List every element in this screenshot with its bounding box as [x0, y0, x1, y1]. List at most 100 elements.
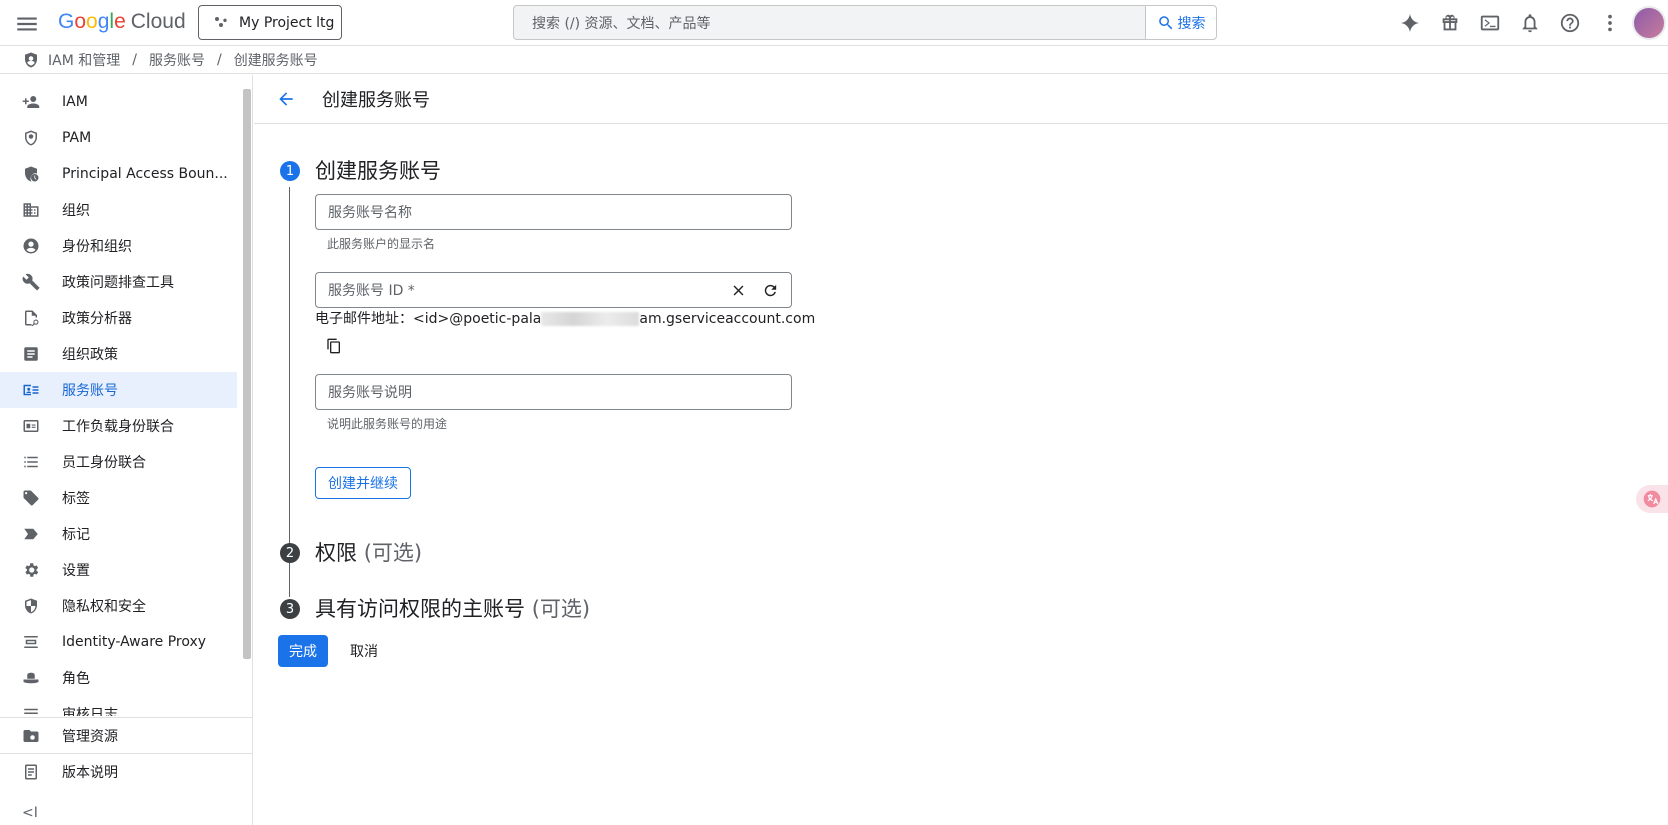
sidebar-item-label: Principal Access Boun...	[62, 166, 228, 182]
doc-search-icon	[25, 310, 39, 327]
bell-icon	[1522, 14, 1538, 33]
hat-icon	[23, 672, 39, 684]
terminal-icon	[1480, 15, 1500, 31]
sidebar-item-principal-access-boundary[interactable]: Principal Access Boun...	[0, 156, 237, 192]
translate-extension-button[interactable]	[1636, 485, 1668, 513]
regenerate-id-button[interactable]	[762, 282, 779, 303]
search-button-label: 搜索	[1177, 15, 1206, 32]
sidebar-item-label: 版本说明	[62, 764, 118, 781]
sidebar-scrollbar[interactable]	[243, 89, 251, 659]
help-button[interactable]	[1550, 3, 1590, 43]
sidebar-item-workforce-identity[interactable]: 员工身份联合	[0, 444, 237, 480]
logo-suffix: Cloud	[130, 10, 186, 33]
search-bar: 搜索 (/) 资源、文档、产品等 搜索	[513, 5, 1217, 40]
service-account-description-field[interactable]: 服务账号说明	[315, 374, 792, 410]
sidebar-item-release-notes[interactable]: 版本说明	[0, 753, 252, 789]
shield-clock-icon	[25, 166, 39, 182]
step-3-label: 具有访问权限的主账号	[315, 597, 525, 621]
gemini-button[interactable]	[1390, 3, 1430, 43]
sidebar-item-policy-analyzer[interactable]: 政策分析器	[0, 300, 237, 336]
logo-letter: g	[97, 10, 110, 33]
description-field-hint: 说明此服务账号的用途	[327, 417, 448, 431]
sidebar-item-roles[interactable]: 角色	[0, 660, 237, 696]
refresh-icon	[764, 284, 777, 297]
avatar[interactable]	[1632, 6, 1666, 40]
logo-letter: G	[58, 10, 75, 33]
breadcrumb-iam[interactable]: IAM 和管理	[48, 50, 120, 70]
step-2-number: 2	[280, 543, 300, 563]
sidebar-item-privacy-security[interactable]: 隐私权和安全	[0, 588, 237, 624]
sidebar-item-manage-resources[interactable]: 管理资源	[0, 717, 252, 753]
clear-id-button[interactable]	[730, 282, 747, 303]
sidebar-item-label: 标记	[62, 527, 90, 543]
sidebar-item-label: 政策问题排查工具	[62, 275, 174, 291]
gear-icon	[25, 563, 39, 577]
breadcrumb-service-accounts[interactable]: 服务账号	[149, 50, 205, 70]
account-circle-icon	[23, 238, 39, 254]
translate-icon	[1643, 490, 1661, 508]
notifications-button[interactable]	[1510, 3, 1550, 43]
service-account-name-field[interactable]: 服务账号名称	[315, 194, 792, 230]
logo-letter: o	[74, 10, 87, 33]
service-account-icon	[23, 384, 39, 396]
sidebar-item-service-accounts[interactable]: 服务账号	[0, 372, 237, 408]
email-address-text: 电子邮件地址：<id>@poetic-pala am.gserviceaccoun…	[315, 308, 815, 328]
main-content: 创建服务账号 1 创建服务账号 服务账号名称 此服务账户的显示名 服务账号 ID…	[254, 75, 1668, 825]
sidebar-item-pam[interactable]: PAM	[0, 120, 237, 156]
proxy-icon	[24, 636, 38, 648]
sidebar-item-label: 组织	[62, 203, 90, 219]
sidebar-item-label: 角色	[62, 671, 90, 687]
wrench-icon	[22, 273, 40, 291]
project-name: My Project ltg	[239, 14, 335, 31]
hamburger-icon	[17, 17, 37, 31]
name-field-hint: 此服务账户的显示名	[327, 237, 436, 251]
service-account-id-field[interactable]: 服务账号 ID *	[315, 272, 792, 308]
sidebar-item-labels[interactable]: 标记	[0, 516, 237, 552]
sidebar-item-label: 组织政策	[62, 347, 118, 363]
gift-button[interactable]	[1430, 3, 1470, 43]
cloud-shell-button[interactable]	[1470, 3, 1510, 43]
sidebar-item-identity-org[interactable]: 身份和组织	[0, 228, 237, 264]
step-3-title[interactable]: 具有访问权限的主账号 (可选)	[315, 593, 590, 623]
logo-letter: e	[114, 10, 126, 33]
sidebar-item-label: 工作负载身份联合	[62, 419, 174, 435]
sidebar-item-label: 标签	[62, 491, 90, 507]
sidebar-item-settings[interactable]: 设置	[0, 552, 237, 588]
breadcrumb: IAM 和管理 / 服务账号 / 创建服务账号	[0, 47, 1668, 74]
sidebar-item-label: PAM	[62, 130, 92, 146]
sidebar-item-workload-identity[interactable]: 工作负载身份联合	[0, 408, 237, 444]
google-cloud-logo[interactable]: Google Cloud	[58, 10, 186, 34]
sidebar-item-org-policies[interactable]: 组织政策	[0, 336, 237, 372]
sidebar-item-audit-logs[interactable]: 审核日志	[0, 696, 237, 716]
step-3-number: 3	[280, 599, 300, 619]
breadcrumb-separator: /	[216, 52, 222, 68]
breadcrumb-current: 创建服务账号	[233, 53, 318, 69]
copy-icon	[327, 338, 340, 354]
main-menu-button[interactable]	[14, 11, 40, 37]
project-picker[interactable]: My Project ltg	[198, 5, 342, 40]
copy-email-button[interactable]	[326, 338, 342, 358]
step-1-title: 创建服务账号	[315, 159, 441, 183]
sidebar-item-label: 政策分析器	[62, 311, 132, 327]
more-button[interactable]	[1590, 3, 1630, 43]
sidebar-item-label: 服务账号	[62, 383, 118, 399]
id-card-icon	[23, 420, 39, 432]
sidebar-item-iam[interactable]: IAM	[0, 84, 237, 120]
collapse-sidebar-button[interactable]: <I	[22, 805, 38, 821]
article-icon	[24, 347, 38, 361]
sidebar-item-tags[interactable]: 标签	[0, 480, 237, 516]
create-and-continue-button[interactable]: 创建并继续	[315, 467, 411, 499]
cancel-button[interactable]: 取消	[342, 635, 386, 667]
step-2-optional: (可选)	[363, 541, 423, 565]
sidebar-item-organization[interactable]: 组织	[0, 192, 237, 228]
search-input[interactable]: 搜索 (/) 资源、文档、产品等	[514, 6, 1145, 39]
sidebar-item-policy-troubleshooter[interactable]: 政策问题排查工具	[0, 264, 237, 300]
step-2-title[interactable]: 权限 (可选)	[315, 537, 422, 567]
done-button[interactable]: 完成	[278, 635, 328, 667]
breadcrumb-separator: /	[132, 52, 137, 68]
search-button[interactable]: 搜索	[1145, 6, 1216, 39]
sidebar-item-identity-aware-proxy[interactable]: Identity-Aware Proxy	[0, 624, 237, 660]
back-button[interactable]	[272, 85, 300, 113]
sidebar-item-label: 设置	[62, 563, 90, 579]
sidebar-item-label: 员工身份联合	[62, 455, 146, 471]
